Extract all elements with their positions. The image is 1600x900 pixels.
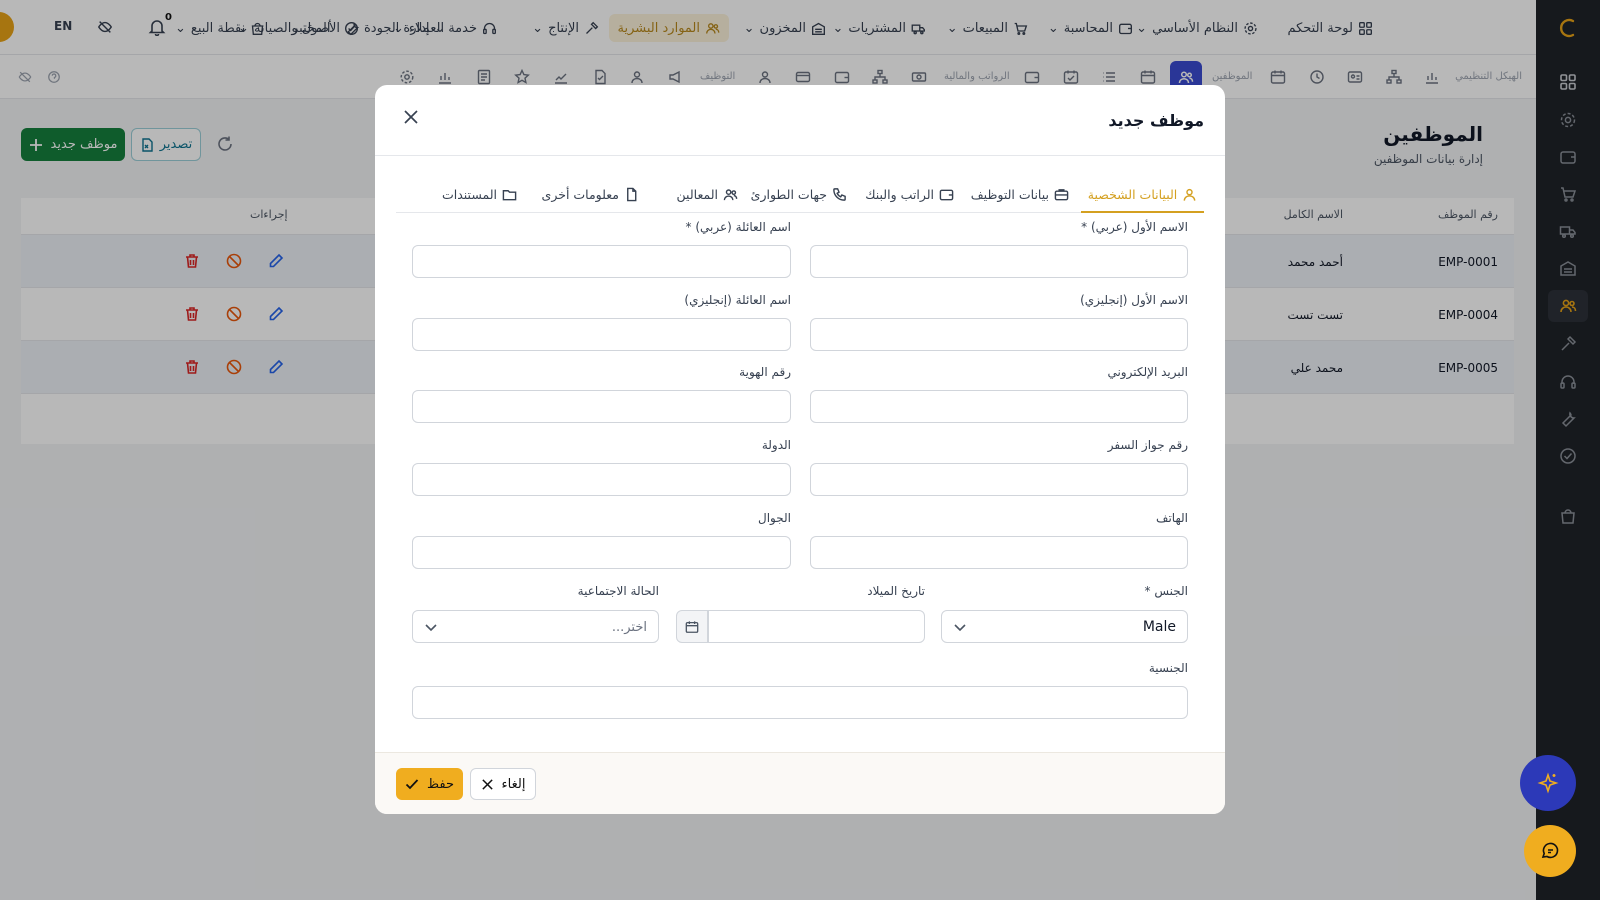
tab-label: بيانات التوظيف — [970, 186, 1049, 202]
tab-personal[interactable]: البيانات الشخصية — [1081, 177, 1204, 211]
chevron-down-icon — [425, 624, 437, 632]
passport-input[interactable] — [810, 463, 1188, 496]
tab-label: البيانات الشخصية — [1087, 186, 1178, 202]
tab-label: الراتب والبنك — [865, 186, 934, 202]
chat-support-button[interactable] — [1524, 825, 1576, 877]
birth-date-input[interactable] — [708, 610, 925, 643]
user-icon — [1183, 188, 1196, 201]
email-label: البريد الإلكتروني — [1107, 365, 1188, 379]
dialog-tabs: البيانات الشخصية بيانات التوظيف الراتب و… — [396, 177, 1204, 213]
first-name-en-input[interactable] — [810, 318, 1188, 351]
ai-assistant-button[interactable] — [1520, 755, 1576, 811]
chevron-down-icon — [954, 624, 966, 632]
mobile-label: الجوال — [758, 511, 791, 525]
mobile-input[interactable] — [412, 536, 791, 569]
first-name-ar-input[interactable] — [810, 245, 1188, 278]
briefcase-icon — [1054, 188, 1069, 200]
calendar-icon[interactable] — [676, 610, 708, 643]
gender-label: الجنس * — [1144, 584, 1188, 598]
active-tab-indicator — [1081, 211, 1204, 213]
tab-label: المعالين — [676, 186, 718, 202]
tab-employment[interactable]: بيانات التوظيف — [971, 177, 1069, 211]
tab-other-info[interactable]: معلومات أخرى — [542, 177, 639, 211]
tab-label: معلومات أخرى — [541, 186, 619, 202]
marital-status-label: الحالة الاجتماعية — [577, 584, 659, 598]
cancel-label: إلغاء — [501, 776, 526, 792]
family-name-en-input[interactable] — [412, 318, 791, 351]
marital-status-placeholder: اختر... — [611, 620, 647, 635]
tab-documents[interactable]: المستندات — [442, 177, 517, 211]
country-label: الدولة — [761, 438, 791, 452]
passport-label: رقم جواز السفر — [1107, 438, 1188, 452]
file-icon — [627, 187, 637, 201]
phone-label: الهاتف — [1156, 511, 1188, 525]
save-label: حفظ — [427, 776, 454, 792]
family-name-en-label: اسم العائلة (إنجليزي) — [684, 293, 791, 307]
birth-date-label: تاريخ الميلاد — [867, 584, 925, 598]
cancel-button[interactable]: إلغاء — [470, 768, 536, 800]
tab-emergency-contacts[interactable]: جهات الطوارئ — [751, 177, 847, 211]
dialog-title: موظف جديد — [1108, 111, 1204, 130]
nationality-label: الجنسية — [1148, 661, 1188, 675]
gender-select[interactable]: Male — [941, 610, 1188, 643]
first-name-ar-label: الاسم الأول (عربي) * — [1081, 220, 1188, 234]
national-id-input[interactable] — [412, 390, 791, 423]
users-icon — [723, 188, 738, 200]
tab-label: جهات الطوارئ — [750, 186, 827, 202]
tab-label: المستندات — [441, 186, 497, 202]
national-id-label: رقم الهوية — [739, 365, 791, 379]
close-icon — [481, 778, 493, 790]
folder-icon — [502, 189, 517, 200]
phone-input[interactable] — [810, 536, 1188, 569]
wallet-icon — [939, 189, 954, 200]
first-name-en-label: الاسم الأول (إنجليزي) — [1080, 293, 1188, 307]
save-button[interactable]: حفظ — [396, 768, 463, 800]
sparkle-icon — [1537, 772, 1559, 794]
divider — [375, 155, 1225, 156]
country-input[interactable] — [412, 463, 791, 496]
family-name-ar-label: اسم العائلة (عربي) * — [685, 220, 792, 234]
chat-icon — [1541, 842, 1559, 859]
email-field[interactable] — [810, 390, 1188, 423]
phone-icon — [833, 187, 846, 201]
nationality-input[interactable] — [412, 686, 1188, 719]
tab-dependents[interactable]: المعالين — [677, 177, 738, 211]
tab-salary-bank[interactable]: الراتب والبنك — [865, 177, 954, 211]
new-employee-dialog: موظف جديد البيانات الشخصية بيانات التوظي… — [375, 85, 1225, 814]
close-icon[interactable] — [403, 109, 419, 125]
family-name-ar-input[interactable] — [412, 245, 791, 278]
marital-status-select[interactable]: اختر... — [412, 610, 659, 643]
gender-value: Male — [1142, 619, 1176, 635]
dialog-footer: حفظ إلغاء — [375, 752, 1225, 814]
check-icon — [405, 779, 419, 790]
